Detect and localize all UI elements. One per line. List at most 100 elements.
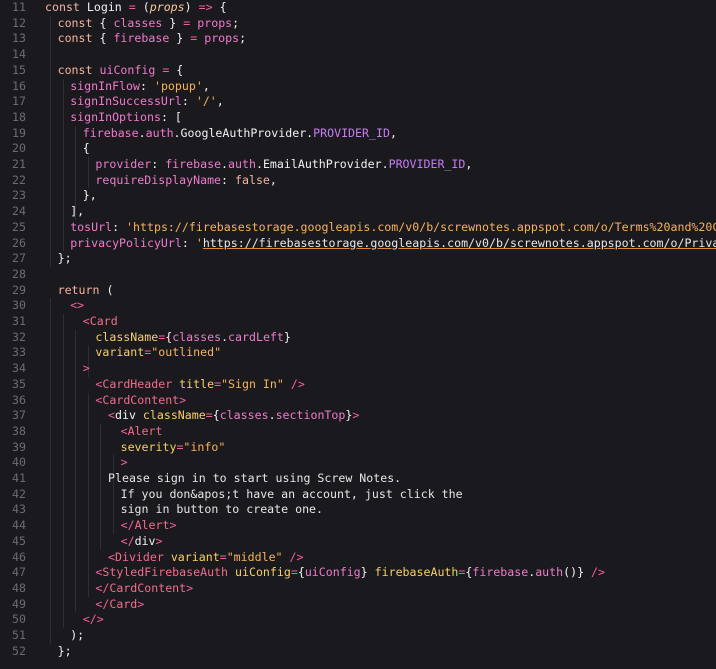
code-line[interactable]: 35 <CardHeader title="Sign In" />: [0, 377, 716, 393]
code-token: privacyPolicyUrl: [70, 235, 182, 250]
code-token: .: [255, 157, 263, 171]
line-number: 48: [12, 580, 26, 595]
code-text: <CardHeader title="Sign In" />: [95, 377, 304, 393]
code-token: const: [57, 62, 100, 77]
code-line[interactable]: 17 signInSuccessUrl: '/',: [0, 94, 716, 110]
line-number: 37: [12, 408, 26, 423]
line-number: 44: [12, 518, 26, 533]
code-line[interactable]: 38 <Alert: [0, 424, 716, 440]
code-line[interactable]: 27};: [0, 251, 716, 267]
code-token: {: [82, 141, 90, 156]
code-token: }: [360, 565, 375, 580]
code-text: signInSuccessUrl: '/',: [70, 94, 224, 110]
code-line[interactable]: 24],: [0, 204, 716, 220]
code-line[interactable]: 47 <StyledFirebaseAuth uiConfig={uiConfig…: [0, 565, 716, 581]
code-line[interactable]: 44 </Alert>: [0, 518, 716, 534]
code-line[interactable]: 31 <Card: [0, 314, 716, 330]
code-token: CardContent: [109, 580, 187, 595]
code-token: "info": [183, 439, 226, 454]
code-token: =: [162, 62, 177, 77]
code-line[interactable]: 40 >: [0, 455, 716, 471]
code-line[interactable]: 48 </CardContent>: [0, 581, 716, 597]
code-token: >: [169, 518, 177, 533]
code-text: variant="outlined": [95, 345, 221, 361]
code-line[interactable]: 51);: [0, 628, 716, 644]
line-number: 51: [12, 628, 26, 642]
code-token: {: [297, 565, 305, 580]
code-token: <: [108, 408, 115, 423]
code-token: signInFlow: [70, 78, 140, 93]
code-text: <Divider variant="middle" />: [108, 550, 303, 566]
code-line[interactable]: 11 const Login = (props) => {: [0, 0, 716, 16]
code-text: >: [83, 361, 90, 377]
code-token: variant: [95, 345, 145, 360]
code-text: </Alert>: [121, 518, 177, 534]
code-token: =: [128, 0, 143, 14]
code-line[interactable]: 43 sign in button to create one.: [0, 502, 716, 518]
line-number: 33: [12, 345, 26, 360]
code-token: requireDisplayName: [95, 172, 222, 187]
code-line[interactable]: 42 If you don&apos;t have an account, jus…: [0, 487, 716, 503]
code-line[interactable]: 50 </>: [0, 612, 716, 628]
code-line[interactable]: 12 const { classes } = props;: [0, 16, 716, 32]
code-token: {: [219, 0, 227, 14]
line-number: 23: [12, 188, 26, 203]
code-line[interactable]: 28: [0, 267, 716, 283]
code-line[interactable]: 41 Please sign in to start using Screw No…: [0, 471, 716, 487]
code-token: .: [381, 157, 389, 171]
code-token: {: [99, 15, 114, 30]
code-token: https://firebasestorage.googleapis.com/v…: [202, 235, 716, 250]
code-line[interactable]: 14: [0, 47, 716, 63]
code-line[interactable]: 26 privacyPolicyUrl: 'https://firebasesto…: [0, 236, 716, 252]
code-token: firebase: [472, 565, 529, 580]
code-line[interactable]: 49 </Card>: [0, 597, 716, 613]
code-token: firebaseAuth: [374, 565, 459, 580]
code-line[interactable]: 15 const uiConfig = {: [0, 63, 716, 79]
code-line[interactable]: 30 <>: [0, 298, 716, 314]
code-line[interactable]: 33 variant="outlined": [0, 345, 716, 361]
line-number: 17: [12, 94, 26, 109]
code-text: <Alert: [121, 424, 163, 440]
code-line[interactable]: 21 provider: firebase.auth.EmailAuthProvi…: [0, 157, 716, 173]
code-token: {: [212, 408, 220, 423]
code-token: "Sign In": [221, 376, 291, 391]
code-line[interactable]: 46 <Divider variant="middle" />: [0, 550, 716, 566]
code-token: StyledFirebaseAuth: [102, 565, 235, 580]
line-number: 38: [12, 423, 26, 438]
code-line[interactable]: 18 signInOptions: [: [0, 110, 716, 126]
line-number: 32: [12, 329, 26, 344]
code-text: const { firebase } = props;: [58, 31, 247, 47]
code-text: <StyledFirebaseAuth uiConfig={uiConfig} …: [95, 565, 605, 581]
code-editor[interactable]: 11 const Login = (props) => {12 const { cl…: [0, 0, 716, 669]
code-token: .: [173, 125, 181, 140]
code-token: GoogleAuthProvider: [180, 125, 307, 140]
code-line[interactable]: 36 <CardContent>: [0, 393, 716, 409]
code-line[interactable]: 39 severity="info": [0, 440, 716, 456]
code-token: provider: [95, 157, 152, 171]
code-line[interactable]: 25 tosUrl: 'https://firebasestorage.googl…: [0, 220, 716, 236]
code-line[interactable]: 37 <div className={classes.sectionTop}>: [0, 408, 716, 424]
code-token: >: [186, 580, 194, 595]
code-token: auth: [145, 125, 174, 140]
line-number: 29: [12, 282, 26, 297]
code-line[interactable]: 16 signInFlow: 'popup',: [0, 79, 716, 95]
code-text: return (: [58, 283, 114, 299]
code-line[interactable]: 52};: [0, 644, 716, 660]
code-line[interactable]: 45 </div>: [0, 534, 716, 550]
code-line[interactable]: 29 return (: [0, 283, 716, 299]
code-line[interactable]: 22 requireDisplayName: false,: [0, 173, 716, 189]
code-line[interactable]: 20 {: [0, 141, 716, 157]
code-line[interactable]: 19 firebase.auth.GoogleAuthProvider.PROVI…: [0, 126, 716, 142]
code-line[interactable]: 23},: [0, 188, 716, 204]
code-token: PROVIDER_ID: [313, 125, 390, 140]
line-number: 24: [12, 204, 26, 219]
code-token: :: [181, 94, 196, 109]
code-line[interactable]: 13 const { firebase } = props;: [0, 31, 716, 47]
code-line[interactable]: 34 >: [0, 361, 716, 377]
code-token: Divider: [114, 549, 171, 564]
line-number: 45: [12, 533, 26, 548]
code-line[interactable]: 32 className={classes.cardLeft}: [0, 330, 716, 346]
code-token: ,: [202, 78, 210, 93]
line-number: 31: [12, 314, 26, 328]
line-number: 30: [12, 298, 26, 313]
